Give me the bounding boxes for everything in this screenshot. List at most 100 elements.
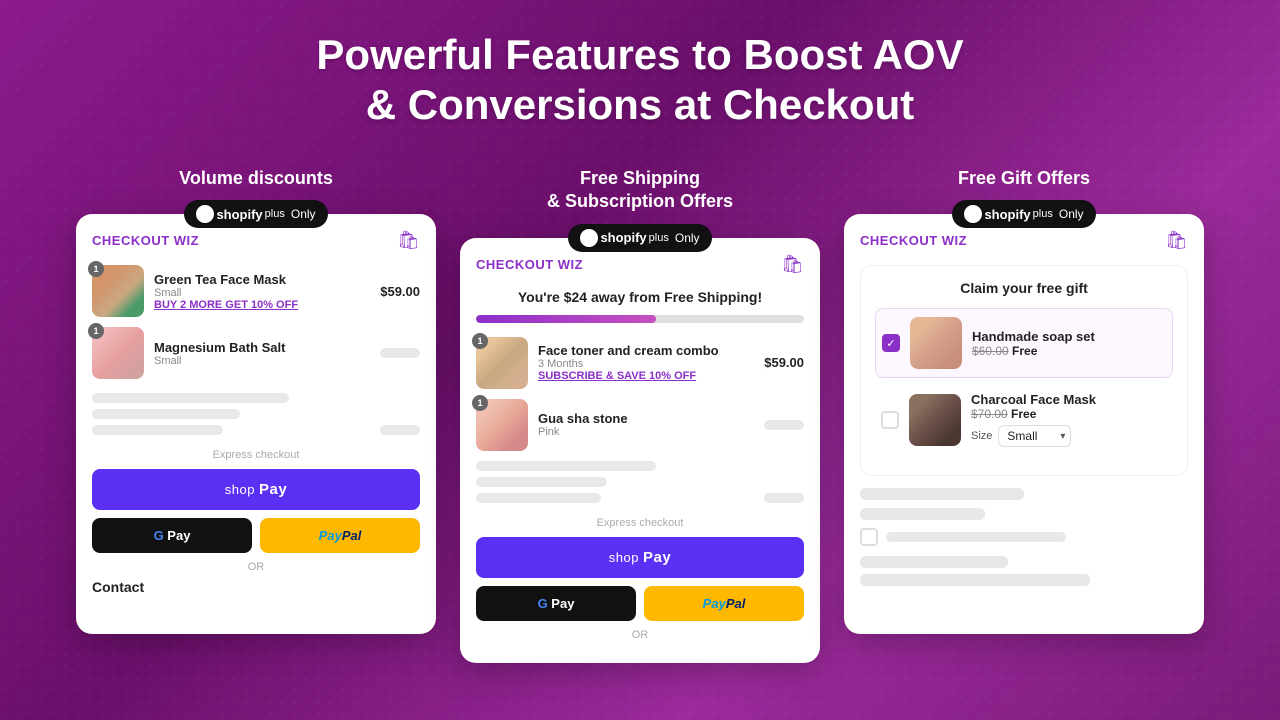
progress-bar-container: [476, 315, 804, 323]
size-label-charcoal: Size: [971, 430, 992, 442]
gift-name-charcoal: Charcoal Face Mask: [971, 392, 1167, 407]
product-name-bathsalt: Magnesium Bath Salt: [154, 340, 370, 355]
or-label-1: OR: [92, 561, 420, 573]
placeholder-price-bathsalt: [380, 348, 420, 358]
placeholder-line-2: [92, 409, 240, 419]
product-info-guasha: Gua sha stone Pink: [538, 411, 754, 438]
product-name-guasha: Gua sha stone: [538, 411, 754, 426]
feature-label-gift: Free Gift Offers: [958, 167, 1090, 190]
placeholder-line-s1: [476, 461, 656, 471]
paypal-button-2[interactable]: PayPal: [644, 586, 804, 621]
features-row: Volume discounts 🛍 shopifyplus Only CHEC…: [40, 167, 1240, 663]
contact-label-1: Contact: [92, 579, 420, 595]
gpay-label-1: G Pay: [154, 528, 191, 543]
shipping-banner: You're $24 away from Free Shipping!: [476, 289, 804, 305]
gift-info-soap: Handmade soap set $60.00 Free: [972, 329, 1166, 358]
shopify-bag-icon: 🛍: [196, 205, 214, 223]
product-price-facetoner: $59.00: [764, 355, 804, 370]
size-dropdown-wrapper: Small Medium Large: [998, 425, 1071, 447]
product-item-guasha: 1 Gua sha stone Pink: [476, 399, 804, 451]
card-brand-shipping: CHECKOUT WIZ: [476, 257, 583, 272]
shoppay-button-2[interactable]: shopPay: [476, 537, 804, 578]
shoppay-text-2: shopPay: [609, 549, 671, 566]
placeholder-line-s2: [476, 477, 607, 487]
payment-row-2: G Pay PayPal: [476, 586, 804, 621]
product-info-bathsalt: Magnesium Bath Salt Small: [154, 340, 370, 367]
badge-volume: 🛍 shopifyplus Only: [184, 200, 327, 228]
paypal-button-1[interactable]: PayPal: [260, 518, 420, 553]
feature-label-volume: Volume discounts: [179, 167, 333, 190]
cart-icon-shipping: 🛍: [781, 254, 804, 275]
product-variant-bathsalt: Small: [154, 355, 370, 367]
shopify-logo-2: 🛍 shopifyplus: [580, 229, 668, 247]
checkbox-charcoal[interactable]: [881, 411, 899, 429]
feature-column-shipping: Free Shipping& Subscription Offers 🛍 sho…: [460, 167, 820, 663]
product-link-greentea[interactable]: BUY 2 MORE GET 10% OFF: [154, 299, 370, 311]
placeholder-line-g4: [860, 556, 1008, 568]
size-select-charcoal: Size Small Medium Large: [971, 425, 1167, 447]
product-badge-guasha: 1: [472, 395, 488, 411]
payment-row-1: G Pay PayPal: [92, 518, 420, 553]
product-item-facetoner: 1 Face toner and cream combo 3 Months SU…: [476, 337, 804, 389]
shopify-bag-icon-2: 🛍: [580, 229, 598, 247]
placeholder-checkbox-g: [860, 528, 878, 546]
feature-column-volume: Volume discounts 🛍 shopifyplus Only CHEC…: [76, 167, 436, 634]
shopify-logo: 🛍 shopifyplus: [196, 205, 284, 223]
product-info-greentea: Green Tea Face Mask Small BUY 2 MORE GET…: [154, 272, 370, 311]
badge-gift: 🛍 shopifyplus Only: [952, 200, 1095, 228]
progress-bar-fill: [476, 315, 656, 323]
product-link-facetoner[interactable]: SUBSCRIBE & SAVE 10% OFF: [538, 370, 754, 382]
cart-icon-volume: 🛍: [397, 230, 420, 251]
checkout-card-gift: CHECKOUT WIZ 🛍 Claim your free gift ✓ Ha…: [844, 214, 1204, 634]
card-header-shipping: CHECKOUT WIZ 🛍: [476, 254, 804, 275]
free-gift-section: Claim your free gift ✓ Handmade soap set…: [860, 265, 1188, 476]
placeholder-price-2: [380, 425, 420, 435]
placeholder-line-s3: [476, 493, 601, 503]
gpay-label-2: G Pay: [538, 596, 575, 611]
cart-icon-gift: 🛍: [1165, 230, 1188, 251]
badge-label-shipping: Only: [675, 231, 700, 245]
product-variant-facetoner: 3 Months: [538, 358, 754, 370]
placeholder-price-guasha: [764, 420, 804, 430]
paypal-label-2: PayPal: [703, 596, 746, 611]
card-header-volume: CHECKOUT WIZ 🛍: [92, 230, 420, 251]
product-info-facetoner: Face toner and cream combo 3 Months SUBS…: [538, 343, 754, 382]
card-brand-gift: CHECKOUT WIZ: [860, 233, 967, 248]
placeholder-line-g2: [860, 508, 985, 520]
page-container: Powerful Features to Boost AOV & Convers…: [0, 0, 1280, 663]
badge-shipping: 🛍 shopifyplus Only: [568, 224, 711, 252]
shopify-logo-3: 🛍 shopifyplus: [964, 205, 1052, 223]
product-variant-guasha: Pink: [538, 426, 754, 438]
badge-label-volume: Only: [291, 207, 316, 221]
gpay-button-1[interactable]: G Pay: [92, 518, 252, 553]
product-price-greentea: $59.00: [380, 284, 420, 299]
free-gift-title: Claim your free gift: [875, 280, 1173, 296]
size-dropdown-charcoal[interactable]: Small Medium Large: [998, 425, 1071, 447]
checkbox-soap[interactable]: ✓: [882, 334, 900, 352]
express-checkout-label-1: Express checkout: [92, 449, 420, 461]
gift-name-soap: Handmade soap set: [972, 329, 1166, 344]
checkout-card-shipping: CHECKOUT WIZ 🛍 You're $24 away from Free…: [460, 238, 820, 663]
gift-price-charcoal: $70.00 Free: [971, 407, 1167, 421]
gift-info-charcoal: Charcoal Face Mask $70.00 Free Size Smal…: [971, 392, 1167, 447]
product-name-greentea: Green Tea Face Mask: [154, 272, 370, 287]
gift-free-label-soap: Free: [1012, 344, 1037, 358]
express-checkout-label-2: Express checkout: [476, 517, 804, 529]
gift-free-label-charcoal: Free: [1011, 407, 1036, 421]
gpay-button-2[interactable]: G Pay: [476, 586, 636, 621]
gift-price-soap: $60.00 Free: [972, 344, 1166, 358]
product-item-greentea: 1 Green Tea Face Mask Small BUY 2 MORE G…: [92, 265, 420, 317]
product-badge-facetoner: 1: [472, 333, 488, 349]
or-label-2: OR: [476, 629, 804, 641]
product-variant-greentea: Small: [154, 287, 370, 299]
shoppay-button-1[interactable]: shopPay: [92, 469, 420, 510]
feature-label-shipping: Free Shipping& Subscription Offers: [547, 167, 733, 214]
shopify-bag-icon-3: 🛍: [964, 205, 982, 223]
placeholder-line-g3: [886, 532, 1066, 542]
feature-column-gift: Free Gift Offers 🛍 shopifyplus Only CHEC…: [844, 167, 1204, 634]
card-brand-volume: CHECKOUT WIZ: [92, 233, 199, 248]
card-header-gift: CHECKOUT WIZ 🛍: [860, 230, 1188, 251]
placeholder-line-1: [92, 393, 289, 403]
gift-img-soap: [910, 317, 962, 369]
shoppay-text-1: shopPay: [225, 481, 287, 498]
